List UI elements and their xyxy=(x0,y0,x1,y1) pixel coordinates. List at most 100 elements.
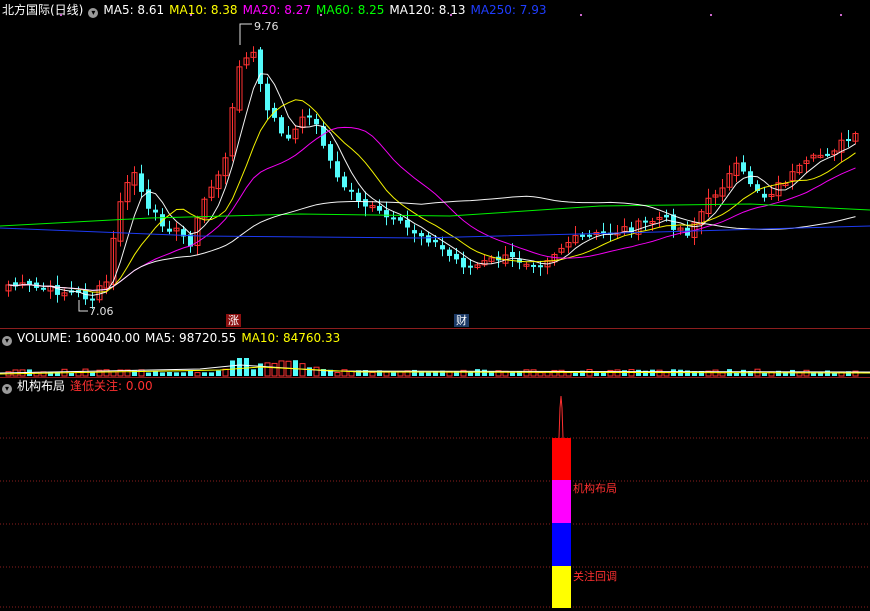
indicator-label-layout: 机构布局 xyxy=(573,482,617,495)
price-panel[interactable]: 北方国际(日线) ▾ MA5: 8.61 MA10: 8.38 MA20: 8.27 MA… xyxy=(0,0,870,328)
volume-bar xyxy=(663,372,670,377)
indicator-spike xyxy=(558,395,564,439)
dot-mark xyxy=(710,14,712,16)
candle-body-down xyxy=(265,83,270,111)
candle-body-down xyxy=(531,264,536,267)
volume-bar xyxy=(216,370,221,376)
candle-body-down xyxy=(328,144,333,161)
volume-bar xyxy=(313,366,320,377)
candle-body-down xyxy=(342,176,347,188)
volume-bar xyxy=(307,367,312,376)
candle-body-down xyxy=(538,265,543,268)
volume-bar xyxy=(69,372,74,376)
indicator-chart[interactable] xyxy=(0,378,870,611)
volume-bar xyxy=(167,371,172,376)
candle-body-down xyxy=(41,287,46,290)
candle-body-down xyxy=(440,245,445,250)
volume-bar xyxy=(174,372,179,376)
volume-bar xyxy=(188,371,193,376)
candle-body-down xyxy=(356,192,361,202)
volume-bar xyxy=(510,372,515,376)
volume-bar xyxy=(656,369,663,377)
dot-mark xyxy=(840,14,842,16)
candle-body-down xyxy=(335,161,340,178)
dot-mark xyxy=(60,14,62,16)
indicator-label-watch: 关注回调 xyxy=(573,570,617,583)
candle-body-down xyxy=(391,217,396,220)
volume-bar xyxy=(244,358,249,376)
volume-bar xyxy=(426,372,431,376)
volume-bar xyxy=(383,371,390,377)
candle-body-down xyxy=(587,234,592,237)
dot-mark xyxy=(320,14,322,16)
volume-bar xyxy=(138,369,145,377)
volume-bar xyxy=(523,369,530,377)
volume-bar xyxy=(299,363,306,377)
volume-bar xyxy=(537,372,544,377)
candle-body-down xyxy=(419,233,424,237)
volume-bar xyxy=(271,362,278,377)
volume-chart[interactable] xyxy=(0,329,870,377)
volume-bar xyxy=(194,372,201,377)
candle-body-down xyxy=(510,252,515,258)
indicator-segment xyxy=(552,480,571,523)
volume-bar xyxy=(202,372,207,376)
indicator-panel[interactable]: ▾ 机构布局 逢低关注: 0.00 机构布局 关注回调 xyxy=(0,378,870,611)
candle-body-down xyxy=(461,257,466,268)
dot-mark xyxy=(450,14,452,16)
candle-body-down xyxy=(468,265,473,268)
volume-panel[interactable]: ▾ VOLUME: 160040.00 MA5: 98720.55 MA10: 847… xyxy=(0,329,870,377)
volume-bar xyxy=(264,362,271,377)
volume-bar xyxy=(153,371,158,376)
candle-body-down xyxy=(167,228,172,232)
candle-body-down xyxy=(412,230,417,234)
volume-bar xyxy=(251,369,256,376)
low-leader xyxy=(78,300,88,312)
candle-body-down xyxy=(384,210,389,218)
volume-bar xyxy=(146,372,151,376)
volume-bar xyxy=(334,372,341,377)
volume-bar xyxy=(258,363,263,376)
volume-bar xyxy=(482,369,487,376)
candle-body-down xyxy=(279,117,284,134)
candle-body-down xyxy=(307,115,312,118)
volume-bar xyxy=(391,372,396,376)
dot-mark xyxy=(580,14,582,16)
candle-body-down xyxy=(377,205,382,211)
candle-body-down xyxy=(139,173,144,192)
ma-line xyxy=(0,203,870,227)
event-marker-up[interactable]: 涨 xyxy=(226,314,241,327)
candle-body-down xyxy=(258,49,263,84)
high-leader xyxy=(239,23,252,45)
volume-bar xyxy=(719,372,726,377)
candle-body-down xyxy=(447,249,452,256)
volume-bar xyxy=(160,372,165,376)
candlestick-chart[interactable] xyxy=(0,0,870,328)
ma-line xyxy=(8,126,856,291)
candle-body-down xyxy=(433,239,438,243)
candle-body-down xyxy=(398,217,403,221)
indicator-segment xyxy=(552,523,571,566)
candle-body-down xyxy=(846,139,851,142)
volume-bar xyxy=(222,368,229,377)
volume-bar xyxy=(181,372,186,376)
candle-body-down xyxy=(426,235,431,243)
candle-body-down xyxy=(580,234,585,237)
volume-bar xyxy=(230,360,235,376)
candle-body-down xyxy=(349,189,354,192)
candle-body-down xyxy=(286,134,291,139)
event-marker-finance[interactable]: 财 xyxy=(454,314,469,327)
volume-bar xyxy=(573,372,578,376)
candle-body-down xyxy=(90,298,95,301)
candle-body-down xyxy=(748,171,753,185)
candle-body-down xyxy=(825,153,830,156)
volume-bar xyxy=(209,372,214,376)
low-price-label: 7.06 xyxy=(89,305,114,318)
candle-body-down xyxy=(405,219,410,228)
candle-body-down xyxy=(153,209,158,213)
candle-body-down xyxy=(664,214,669,218)
candle-body-down xyxy=(454,253,459,260)
candle-body-down xyxy=(314,118,319,125)
indicator-segment xyxy=(552,438,571,480)
candle-body-down xyxy=(762,193,767,198)
